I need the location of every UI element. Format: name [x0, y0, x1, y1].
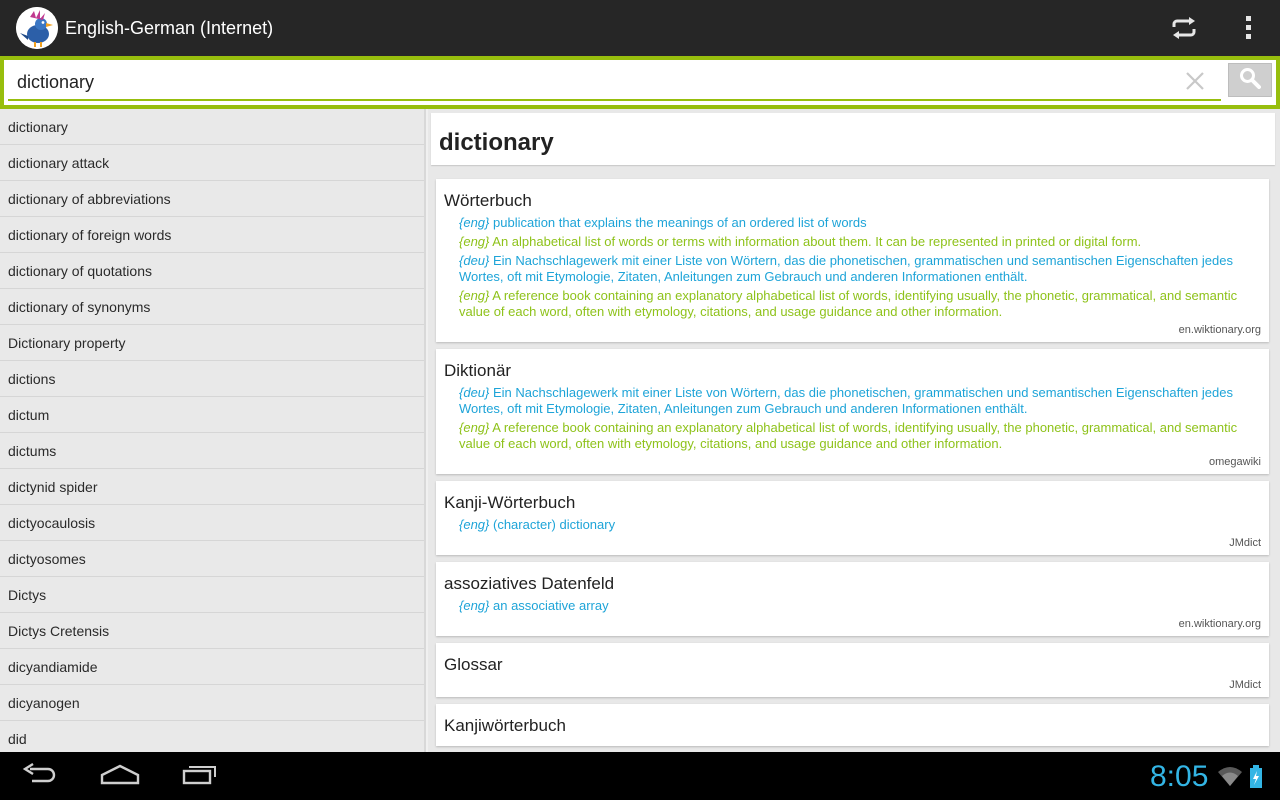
- word-list-item[interactable]: dicyandiamide: [0, 649, 424, 685]
- definition-text: A reference book containing an explanato…: [459, 420, 1238, 451]
- definition-line: {eng} publication that explains the mean…: [444, 215, 1261, 231]
- definition-language-tag: {eng}: [459, 215, 490, 230]
- definition-language-tag: {eng}: [459, 517, 490, 532]
- word-list-item[interactable]: dictyosomes: [0, 541, 424, 577]
- status-icons: [1216, 764, 1268, 795]
- definition-text: (character) dictionary: [493, 517, 616, 532]
- word-list-item[interactable]: dictionary of quotations: [0, 253, 424, 289]
- definition-language-tag: {eng}: [459, 288, 490, 303]
- definition-line: {deu} Ein Nachschlagewerk mit einer List…: [444, 253, 1261, 285]
- definition-text: an associative array: [493, 598, 609, 613]
- clear-search-button[interactable]: [1182, 68, 1208, 94]
- entry-detail-pane: dictionary Wörterbuch {eng} publication t…: [428, 109, 1280, 752]
- source-label: omegawiki: [1209, 456, 1261, 468]
- translation-title: Kanjiwörterbuch: [444, 716, 566, 735]
- word-list-item[interactable]: dictyocaulosis: [0, 505, 424, 541]
- word-list-item[interactable]: dictionary of foreign words: [0, 217, 424, 253]
- home-button[interactable]: [80, 752, 160, 800]
- search-bar: [0, 56, 1280, 109]
- overflow-menu-button[interactable]: [1216, 0, 1280, 56]
- word-list: dictionary dictionary attack dictionary of…: [0, 109, 426, 752]
- close-icon: [1182, 72, 1208, 98]
- definition-language-tag: {eng}: [459, 420, 490, 435]
- definition-text: Ein Nachschlagewerk mit einer Liste von …: [459, 253, 1233, 284]
- word-list-item[interactable]: Dictionary property: [0, 325, 424, 361]
- definition-line: {deu} Ein Nachschlagewerk mit einer List…: [444, 385, 1261, 417]
- word-list-item[interactable]: dicyanogen: [0, 685, 424, 721]
- definition-line: {eng} An alphabetical list of words or t…: [444, 234, 1261, 250]
- translation-cards: Wörterbuch {eng} publication that explain…: [436, 179, 1269, 752]
- translation-card[interactable]: Diktionär {deu} Ein Nachschlagewerk mit e…: [436, 349, 1269, 474]
- home-icon: [100, 763, 140, 790]
- definition-language-tag: {eng}: [459, 234, 490, 249]
- definition-line: {eng} A reference book containing an exp…: [444, 288, 1261, 320]
- word-list-item[interactable]: dictionary of abbreviations: [0, 181, 424, 217]
- definition-line: {eng} (character) dictionary: [444, 517, 1261, 533]
- definition-line: {eng} A reference book containing an exp…: [444, 420, 1261, 452]
- overflow-menu-icon: [1244, 15, 1252, 41]
- word-list-item[interactable]: dictions: [0, 361, 424, 397]
- translation-card[interactable]: Kanji-Wörterbuch {eng} (character) dictio…: [436, 481, 1269, 555]
- source-label: JMdict: [1229, 537, 1261, 549]
- word-list-item[interactable]: dictionary attack: [0, 145, 424, 181]
- translation-title: assoziatives Datenfeld: [444, 574, 615, 593]
- translation-card[interactable]: Glossar JMdict: [436, 643, 1269, 697]
- translation-title: Diktionär: [444, 361, 512, 380]
- action-bar: English-German (Internet): [0, 0, 1280, 56]
- word-list-item[interactable]: Dictys Cretensis: [0, 613, 424, 649]
- source-label: JMdict: [1229, 679, 1261, 691]
- word-list-item[interactable]: did: [0, 721, 424, 752]
- translation-card[interactable]: assoziatives Datenfeld {eng} an associati…: [436, 562, 1269, 636]
- swap-languages-icon: [1170, 16, 1198, 40]
- system-navigation-bar: 8:05: [0, 752, 1280, 800]
- app-logo-bird-icon[interactable]: [16, 7, 58, 49]
- word-list-item[interactable]: dictionary: [0, 109, 424, 145]
- source-label: en.wiktionary.org: [1178, 324, 1261, 336]
- definition-language-tag: {deu}: [459, 253, 490, 268]
- back-icon: [22, 762, 58, 790]
- translation-title: Kanji-Wörterbuch: [444, 493, 576, 512]
- definition-line: {eng} an associative array: [444, 598, 1261, 614]
- recent-apps-button[interactable]: [160, 752, 240, 800]
- definition-language-tag: {eng}: [459, 598, 490, 613]
- translation-card[interactable]: Kanjiwörterbuch: [436, 704, 1269, 746]
- search-icon: [1239, 67, 1261, 94]
- word-list-item[interactable]: dictionary of synonyms: [0, 289, 424, 325]
- search-underline: [8, 99, 1221, 101]
- search-button[interactable]: [1228, 63, 1272, 97]
- search-field-container: [4, 60, 1276, 105]
- definition-text: A reference book containing an explanato…: [459, 288, 1238, 319]
- word-list-item[interactable]: dictums: [0, 433, 424, 469]
- definition-language-tag: {deu}: [459, 385, 490, 400]
- translation-title: Wörterbuch: [444, 191, 532, 210]
- swap-languages-button[interactable]: [1152, 0, 1216, 56]
- definition-text: publication that explains the meanings o…: [493, 215, 867, 230]
- app-title: English-German (Internet): [65, 17, 274, 38]
- headword-header: dictionary: [431, 113, 1275, 165]
- word-list-item[interactable]: dictynid spider: [0, 469, 424, 505]
- word-list-item[interactable]: Dictys: [0, 577, 424, 613]
- wifi-icon: [1218, 767, 1242, 786]
- definition-text: An alphabetical list of words or terms w…: [492, 234, 1142, 249]
- battery-charging-icon: [1250, 765, 1262, 788]
- headword-title: dictionary: [439, 129, 554, 156]
- recent-apps-icon: [182, 763, 218, 790]
- translation-title: Glossar: [444, 655, 503, 674]
- word-list-item[interactable]: dictum: [0, 397, 424, 433]
- status-clock: 8:05: [1150, 760, 1209, 793]
- source-label: en.wiktionary.org: [1178, 618, 1261, 630]
- translation-card[interactable]: Wörterbuch {eng} publication that explain…: [436, 179, 1269, 342]
- definition-text: Ein Nachschlagewerk mit einer Liste von …: [459, 385, 1233, 416]
- back-button[interactable]: [0, 752, 80, 800]
